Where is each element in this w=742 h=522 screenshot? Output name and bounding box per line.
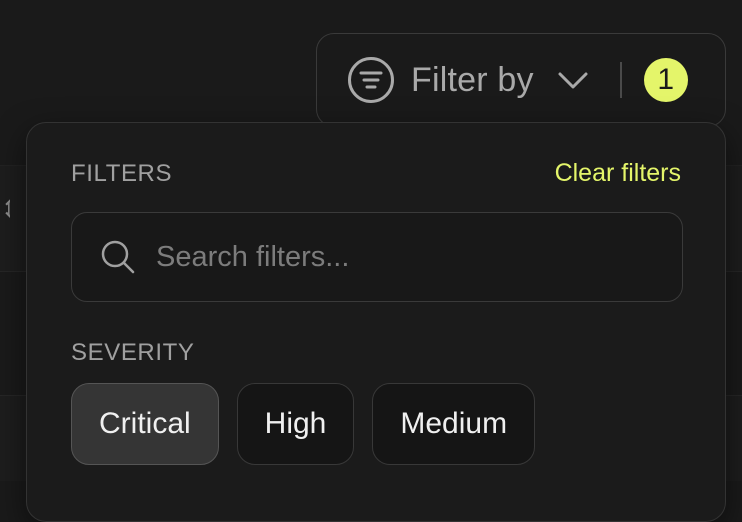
- search-filters-input[interactable]: [154, 239, 638, 275]
- clear-filters-link[interactable]: Clear filters: [555, 159, 681, 188]
- search-icon: [100, 239, 136, 275]
- severity-chip-high[interactable]: High: [236, 383, 355, 465]
- filters-section-title: FILTERS: [71, 159, 173, 187]
- filter-lines-icon: [347, 56, 395, 104]
- severity-chip-group: Critical High Medium: [71, 383, 536, 465]
- active-filter-count-badge: 1: [643, 58, 688, 102]
- filter-divider: [619, 62, 622, 98]
- filter-by-label: Filter by: [411, 60, 534, 99]
- chevron-down-icon: [556, 63, 590, 97]
- search-filters-field[interactable]: [71, 212, 683, 302]
- panel-header: FILTERS Clear filters: [71, 159, 681, 188]
- filter-by-button[interactable]: Filter by 1: [316, 33, 726, 127]
- severity-chip-critical[interactable]: Critical: [71, 383, 219, 465]
- severity-section-title: SEVERITY: [71, 339, 195, 366]
- background-sort-icon: ⇕: [0, 192, 10, 226]
- severity-chip-medium[interactable]: Medium: [372, 383, 536, 465]
- filter-dropdown-panel: FILTERS Clear filters SEVERITY Critical …: [26, 122, 726, 522]
